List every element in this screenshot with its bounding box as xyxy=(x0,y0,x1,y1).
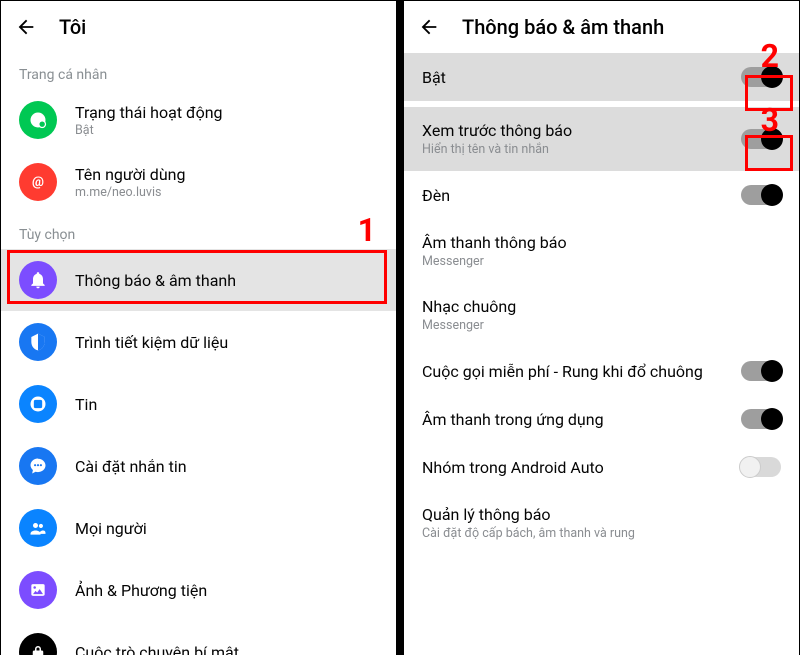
row-title: Tin xyxy=(75,395,97,414)
row-news[interactable]: Tin xyxy=(1,373,396,435)
header: Tôi xyxy=(1,1,396,53)
back-arrow-icon[interactable] xyxy=(15,16,37,38)
setting-title: Cuộc gọi miễn phí - Rung khi đổ chuông xyxy=(422,362,741,381)
setting-title: Âm thanh thông báo xyxy=(422,233,781,252)
right-panel: Thông báo & âm thanh Bật Xem trước thông… xyxy=(400,0,800,655)
row-subtitle: Bật xyxy=(75,123,223,138)
svg-text:@: @ xyxy=(32,175,44,190)
row-username[interactable]: @ Tên người dùng m.me/neo.luvis xyxy=(1,151,396,213)
setting-subtitle: Messenger xyxy=(422,318,781,333)
activity-status-icon xyxy=(19,101,57,139)
row-subtitle: m.me/neo.luvis xyxy=(75,185,185,200)
setting-title: Nhạc chuông xyxy=(422,297,781,316)
row-title: Thông báo & âm thanh xyxy=(75,271,236,290)
row-title: Cuộc trò chuyện bí mật xyxy=(75,643,239,655)
left-panel: Tôi Trang cá nhân Trạng thái hoạt động B… xyxy=(0,0,400,655)
setting-title: Âm thanh trong ứng dụng xyxy=(422,410,741,429)
section-personal-label: Trang cá nhân xyxy=(1,53,396,89)
setting-title: Bật xyxy=(422,68,741,87)
row-title: Mọi người xyxy=(75,519,147,538)
setting-title: Đèn xyxy=(422,186,741,205)
row-active-status[interactable]: Trạng thái hoạt động Bật xyxy=(1,89,396,151)
header: Thông báo & âm thanh xyxy=(404,1,799,53)
toggle-on[interactable] xyxy=(741,67,781,87)
setting-title: Xem trước thông báo xyxy=(422,121,741,140)
setting-android-auto-group[interactable]: Nhóm trong Android Auto xyxy=(404,443,799,491)
page-title: Tôi xyxy=(59,15,86,39)
setting-title: Nhóm trong Android Auto xyxy=(422,458,741,477)
setting-manage-notifications[interactable]: Quản lý thông báo Cài đặt độ cấp bách, â… xyxy=(404,491,799,555)
toggle-free-call-vibrate[interactable] xyxy=(741,361,781,381)
setting-in-app-sounds[interactable]: Âm thanh trong ứng dụng xyxy=(404,395,799,443)
row-messaging-settings[interactable]: Cài đặt nhắn tin xyxy=(1,435,396,497)
toggle-in-app-sounds[interactable] xyxy=(741,409,781,429)
row-secret-conversations[interactable]: Cuộc trò chuyện bí mật xyxy=(1,621,396,655)
row-title: Tên người dùng xyxy=(75,165,185,184)
people-icon xyxy=(19,509,57,547)
setting-title: Quản lý thông báo xyxy=(422,505,781,524)
setting-subtitle: Cài đặt độ cấp bách, âm thanh và rung xyxy=(422,526,781,541)
row-title: Trạng thái hoạt động xyxy=(75,103,223,122)
row-photos-media[interactable]: Ảnh & Phương tiện xyxy=(1,559,396,621)
setting-notification-sound[interactable]: Âm thanh thông báo Messenger xyxy=(404,219,799,283)
toggle-light[interactable] xyxy=(741,185,781,205)
page-title: Thông báo & âm thanh xyxy=(462,15,664,39)
at-sign-icon: @ xyxy=(19,163,57,201)
row-title: Cài đặt nhắn tin xyxy=(75,457,187,476)
chat-bubble-icon xyxy=(19,447,57,485)
row-title: Ảnh & Phương tiện xyxy=(75,581,207,600)
bell-icon xyxy=(19,261,57,299)
toggle-android-auto-group[interactable] xyxy=(741,457,781,477)
row-people[interactable]: Mọi người xyxy=(1,497,396,559)
row-title: Trình tiết kiệm dữ liệu xyxy=(75,333,228,352)
setting-subtitle: Messenger xyxy=(422,254,781,269)
setting-light[interactable]: Đèn xyxy=(404,171,799,219)
setting-ringtone[interactable]: Nhạc chuông Messenger xyxy=(404,283,799,347)
setting-free-call-vibrate[interactable]: Cuộc gọi miễn phí - Rung khi đổ chuông xyxy=(404,347,799,395)
section-options-label: Tùy chọn xyxy=(1,213,396,249)
setting-subtitle: Hiển thị tên và tin nhắn xyxy=(422,142,741,157)
lock-icon xyxy=(19,633,57,655)
row-notifications-sounds[interactable]: Thông báo & âm thanh xyxy=(1,249,396,311)
back-arrow-icon[interactable] xyxy=(418,16,440,38)
toggle-preview[interactable] xyxy=(741,129,781,149)
shield-icon xyxy=(19,323,57,361)
setting-on[interactable]: Bật xyxy=(404,53,799,101)
row-data-saver[interactable]: Trình tiết kiệm dữ liệu xyxy=(1,311,396,373)
story-icon xyxy=(19,385,57,423)
media-icon xyxy=(19,571,57,609)
setting-preview[interactable]: Xem trước thông báo Hiển thị tên và tin … xyxy=(404,107,799,171)
